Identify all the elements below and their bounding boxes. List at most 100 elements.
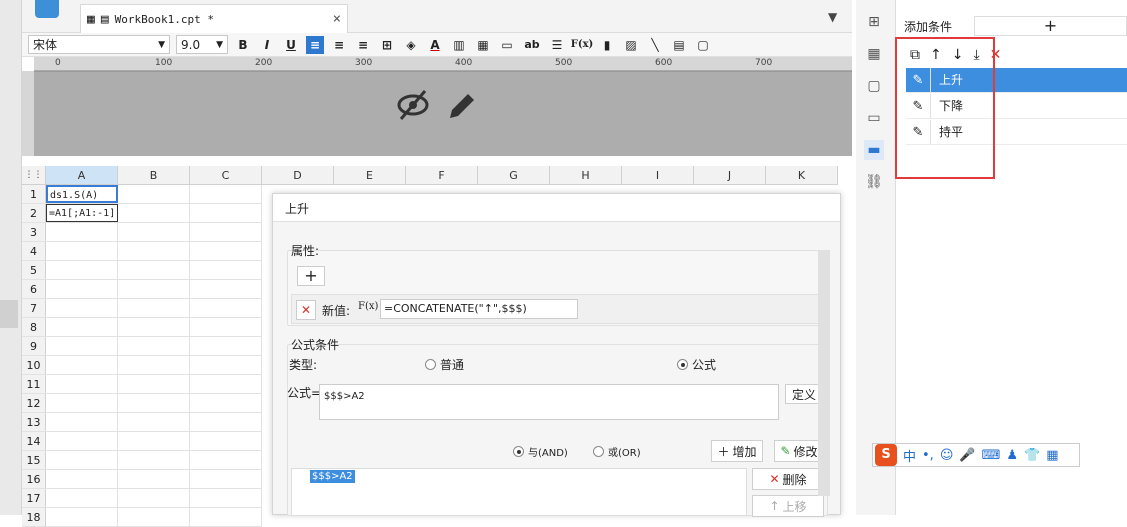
cell[interactable] — [118, 242, 190, 260]
slash-icon[interactable]: ╲ — [646, 36, 664, 54]
ime-mic-icon[interactable]: 🎤 — [959, 448, 975, 463]
cell[interactable] — [190, 318, 262, 336]
cell[interactable] — [46, 508, 118, 526]
cell[interactable] — [46, 280, 118, 298]
font-size-select[interactable]: 9.0 ▼ — [176, 35, 228, 54]
delete-attribute-icon[interactable]: ✕ — [296, 300, 316, 320]
element-icon[interactable]: ▢ — [864, 76, 884, 96]
row-header[interactable]: 2 — [22, 204, 46, 222]
cell[interactable] — [46, 413, 118, 431]
column-header[interactable]: I — [622, 166, 694, 184]
row-header[interactable]: 17 — [22, 489, 46, 507]
row-header[interactable]: 10 — [22, 356, 46, 374]
paragraph-icon[interactable]: ☰ — [548, 36, 566, 54]
cell[interactable] — [46, 299, 118, 317]
cell[interactable] — [46, 432, 118, 450]
align-center-icon[interactable]: ≡ — [330, 36, 348, 54]
ime-skin-icon[interactable]: 👕 — [1024, 448, 1040, 463]
cell[interactable] — [118, 337, 190, 355]
cell[interactable] — [46, 242, 118, 260]
left-collapse-handle[interactable] — [0, 300, 18, 328]
cell[interactable] — [118, 489, 190, 507]
row-header[interactable]: 15 — [22, 451, 46, 469]
cell[interactable] — [190, 337, 262, 355]
row-header[interactable]: 6 — [22, 280, 46, 298]
merge-cells-icon[interactable]: ▥ — [450, 36, 468, 54]
column-header[interactable]: K — [766, 166, 838, 184]
tab-menu-icon[interactable]: ▼ — [828, 10, 837, 24]
cell[interactable] — [46, 489, 118, 507]
row-header[interactable]: 8 — [22, 318, 46, 336]
row-header[interactable]: 12 — [22, 394, 46, 412]
row-header[interactable]: 13 — [22, 413, 46, 431]
cell[interactable] — [118, 299, 190, 317]
cell[interactable] — [118, 451, 190, 469]
row-header[interactable]: 1 — [22, 185, 46, 203]
chart-icon[interactable]: ▮ — [598, 36, 616, 54]
column-header[interactable]: G — [478, 166, 550, 184]
cell[interactable] — [118, 413, 190, 431]
widget-icon[interactable]: ▦ — [864, 44, 884, 64]
font-family-select[interactable]: 宋体 ▼ — [28, 35, 170, 54]
ime-logo-icon[interactable]: S — [875, 444, 897, 466]
hide-eye-icon[interactable] — [396, 88, 430, 122]
ime-grid-icon[interactable]: ▦ — [1046, 448, 1058, 463]
dialog-scrollbar[interactable] — [818, 250, 830, 496]
hyperlink-icon[interactable]: ⛓ — [864, 172, 884, 192]
add-condition-button[interactable]: ＋增加 — [711, 440, 763, 462]
modify-button[interactable]: ✎ 修改 — [774, 440, 824, 462]
cell[interactable] — [46, 375, 118, 393]
column-header[interactable]: D — [262, 166, 334, 184]
frame-icon[interactable]: ▢ — [694, 36, 712, 54]
cell[interactable] — [46, 318, 118, 336]
cell[interactable] — [190, 470, 262, 488]
row-header[interactable]: 9 — [22, 337, 46, 355]
ime-keyboard-icon[interactable]: ⌨ — [982, 448, 1001, 463]
cell[interactable] — [46, 356, 118, 374]
cell[interactable] — [190, 299, 262, 317]
cell[interactable] — [118, 394, 190, 412]
or-radio[interactable]: 或(OR) — [593, 444, 641, 459]
column-header[interactable]: H — [550, 166, 622, 184]
cell[interactable] — [190, 280, 262, 298]
template-icon[interactable]: ▭ — [864, 108, 884, 128]
edit-pencil-icon[interactable] — [446, 88, 478, 122]
cell[interactable] — [46, 223, 118, 241]
row-header[interactable]: 16 — [22, 470, 46, 488]
move-up-button[interactable]: ↑ 上移 — [752, 495, 824, 517]
italic-button[interactable]: I — [258, 36, 276, 54]
cell[interactable] — [190, 375, 262, 393]
bold-button[interactable]: B — [234, 36, 252, 54]
cell[interactable] — [190, 489, 262, 507]
add-condition-plus-button[interactable]: + — [974, 16, 1127, 36]
formula-input[interactable]: $$$>A2 — [319, 384, 779, 420]
underline-button[interactable]: U — [282, 36, 300, 54]
ime-mode-label[interactable]: 中 — [903, 446, 916, 465]
add-attribute-button[interactable]: + — [297, 266, 325, 286]
cell[interactable] — [190, 451, 262, 469]
cell[interactable] — [46, 470, 118, 488]
align-right-icon[interactable]: ≡ — [354, 36, 372, 54]
cell[interactable] — [118, 223, 190, 241]
cell[interactable] — [118, 204, 190, 222]
insert-row-icon[interactable]: ▭ — [498, 36, 516, 54]
row-header[interactable]: 18 — [22, 508, 46, 526]
workbook-tab[interactable]: ▦ ▤ WorkBook1.cpt * × — [80, 4, 348, 33]
cell[interactable] — [190, 394, 262, 412]
cell[interactable] — [190, 242, 262, 260]
new-value-input[interactable]: =CONCATENATE("↑",$$$) — [380, 299, 578, 319]
row-header[interactable]: 4 — [22, 242, 46, 260]
row-header[interactable]: 14 — [22, 432, 46, 450]
column-header[interactable]: A — [46, 166, 118, 184]
cell[interactable] — [118, 318, 190, 336]
row-header[interactable]: 5 — [22, 261, 46, 279]
cell[interactable] — [118, 508, 190, 526]
cell[interactable] — [190, 432, 262, 450]
ime-emoji-icon[interactable]: ☺ — [940, 448, 954, 463]
cell[interactable] — [118, 432, 190, 450]
and-radio[interactable]: 与(AND) — [513, 444, 568, 459]
select-all-corner[interactable]: ⋮⋮ — [22, 166, 46, 184]
cell[interactable] — [118, 261, 190, 279]
fill-color-icon[interactable]: ◈ — [402, 36, 420, 54]
cell[interactable] — [46, 394, 118, 412]
